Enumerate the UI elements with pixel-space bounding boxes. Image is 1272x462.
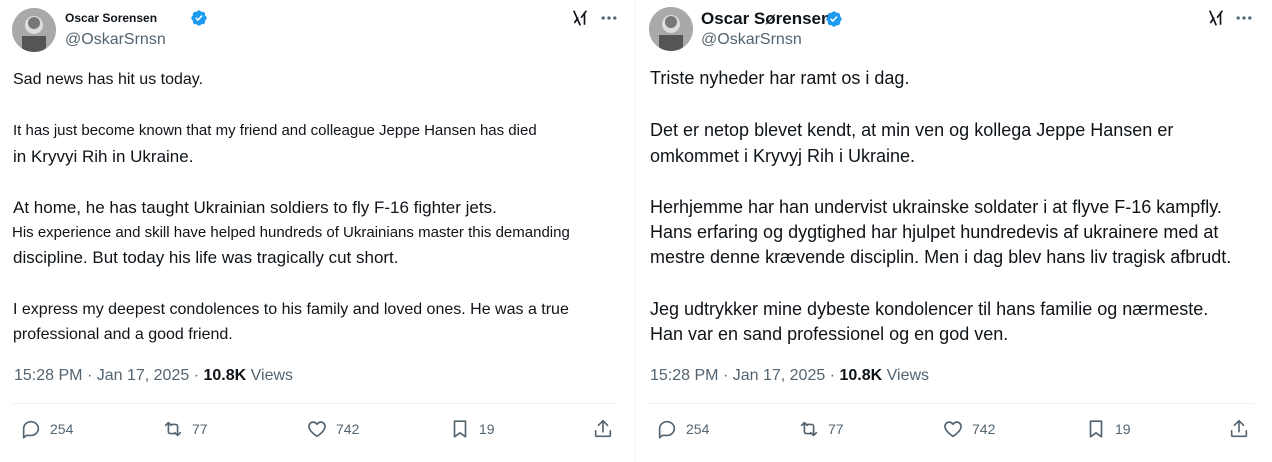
tweet-line: Det er netop blevet kendt, at min ven og… <box>650 120 1174 140</box>
views-count: 10.8K <box>839 367 883 384</box>
reply-icon <box>658 420 676 439</box>
meta-separator: · <box>193 367 200 384</box>
views-label: Views <box>886 367 930 384</box>
bookmark-icon <box>1089 420 1103 438</box>
bookmark-count: 19 <box>1115 421 1131 437</box>
like-button[interactable]: 742 <box>942 418 995 440</box>
author-handle[interactable]: @OskarSrnsn <box>65 31 166 49</box>
bookmark-button[interactable]: 19 <box>1085 418 1131 440</box>
repost-button[interactable]: 77 <box>798 418 844 440</box>
tweet-line: Jeg udtrykker mine dybeste kondolencer t… <box>650 299 1209 319</box>
tweet-danish: Oscar Sørensen @OskarSrnsn Triste nyhede… <box>636 0 1272 462</box>
divider <box>648 403 1254 404</box>
tweet-line: Sad news has hit us today. <box>13 71 204 88</box>
tweet-date[interactable]: Jan 17, 2025 <box>97 367 190 384</box>
heart-icon <box>944 421 962 438</box>
grok-icon[interactable] <box>1207 9 1225 27</box>
tweet-line: in Kryvyi Rih in Ukraine. <box>13 147 194 166</box>
reply-button[interactable]: 254 <box>20 418 73 440</box>
repost-button[interactable]: 77 <box>162 418 208 440</box>
repost-icon <box>800 421 818 437</box>
more-icon[interactable] <box>599 8 619 28</box>
author-handle[interactable]: @OskarSrnsn <box>701 31 802 49</box>
meta-separator: · <box>722 367 729 384</box>
share-icon <box>1230 419 1248 438</box>
tweet-line: At home, he has taught Ukrainian soldier… <box>13 198 497 217</box>
tweet-english: Oscar Sorensen @OskarSrnsn Sad news has … <box>0 0 636 462</box>
author-name[interactable]: Oscar Sorensen <box>65 11 157 25</box>
avatar[interactable] <box>12 8 56 52</box>
meta-separator: · <box>86 367 93 384</box>
tweet-time[interactable]: 15:28 PM <box>650 367 718 384</box>
views-count: 10.8K <box>203 367 247 384</box>
verified-badge-icon <box>191 10 207 26</box>
like-count: 742 <box>972 421 996 437</box>
tweet-line: I express my deepest condolences to his … <box>13 301 569 318</box>
tweet-meta: 15:28 PM · Jan 17, 2025 · 10.8K Views <box>650 367 929 385</box>
more-icon[interactable] <box>1234 8 1254 28</box>
tweet-meta: 15:28 PM · Jan 17, 2025 · 10.8K Views <box>14 367 293 385</box>
repost-icon <box>164 421 182 437</box>
share-button[interactable] <box>592 418 622 440</box>
reply-icon <box>22 420 40 439</box>
tweet-line: Triste nyheder har ramt os i dag. <box>650 68 910 88</box>
reply-count: 254 <box>686 421 710 437</box>
divider <box>12 403 618 404</box>
repost-count: 77 <box>828 421 844 437</box>
tweet-line: Hans erfaring og dygtighed har hjulpet h… <box>650 222 1219 242</box>
like-button[interactable]: 742 <box>306 418 359 440</box>
heart-icon <box>308 421 326 438</box>
tweet-date[interactable]: Jan 17, 2025 <box>733 367 826 384</box>
like-count: 742 <box>336 421 360 437</box>
repost-count: 77 <box>192 421 208 437</box>
tweet-time[interactable]: 15:28 PM <box>14 367 82 384</box>
avatar[interactable] <box>649 7 693 51</box>
bookmark-icon <box>453 420 467 438</box>
meta-separator: · <box>829 367 836 384</box>
tweet-line: Herhjemme har han undervist ukrainske so… <box>650 197 1222 217</box>
tweet-line: His experience and skill have helped hun… <box>12 224 570 241</box>
share-icon <box>594 419 612 438</box>
author-name[interactable]: Oscar Sørensen <box>701 9 831 29</box>
tweet-line: discipline. But today his life was tragi… <box>13 248 399 267</box>
tweet-line: mestre denne krævende disciplin. Men i d… <box>650 247 1232 267</box>
verified-badge-icon <box>826 11 842 27</box>
tweet-line: omkommet i Kryvyj Rih i Ukraine. <box>650 146 916 166</box>
bookmark-count: 19 <box>479 421 495 437</box>
tweet-line: Han var en sand professionel og en god v… <box>650 324 1009 344</box>
bookmark-button[interactable]: 19 <box>449 418 495 440</box>
share-button[interactable] <box>1228 418 1258 440</box>
tweet-line: It has just become known that my friend … <box>13 122 537 139</box>
tweet-line: professional and a good friend. <box>13 326 233 343</box>
grok-icon[interactable] <box>571 9 589 27</box>
reply-count: 254 <box>50 421 74 437</box>
views-label: Views <box>250 367 294 384</box>
reply-button[interactable]: 254 <box>656 418 709 440</box>
